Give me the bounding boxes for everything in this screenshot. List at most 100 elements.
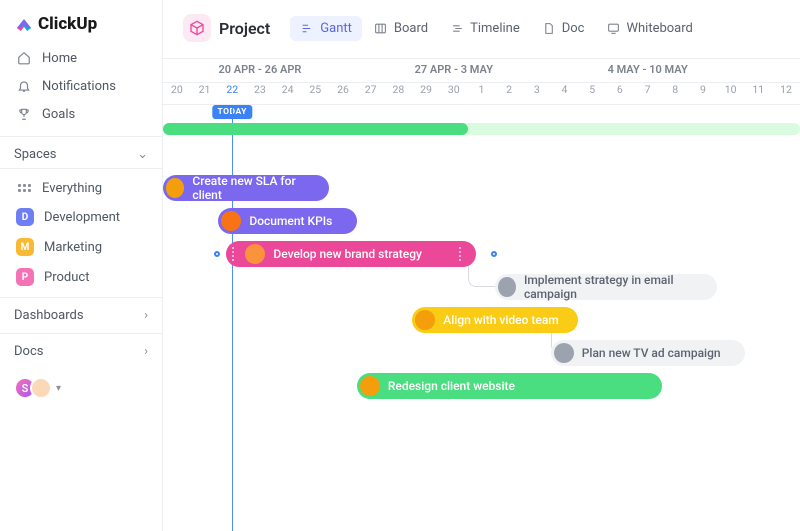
day-header: 29 xyxy=(412,83,440,104)
gantt-icon xyxy=(300,21,314,35)
day-header: 9 xyxy=(689,83,717,104)
caret-down-icon: ▾ xyxy=(56,383,61,394)
task-bar-brand[interactable]: Develop new brand strategy xyxy=(226,241,475,267)
task-bar-tvad[interactable]: Plan new TV ad campaign xyxy=(551,340,745,366)
assignee-avatar xyxy=(498,277,516,297)
space-label: Product xyxy=(44,270,89,285)
workspace-members[interactable]: S ▾ xyxy=(0,369,162,407)
docs-section[interactable]: Docs › xyxy=(0,333,162,369)
nav-goals[interactable]: Goals xyxy=(6,100,156,128)
bell-icon xyxy=(16,78,32,94)
day-header: 4 xyxy=(551,83,579,104)
nav-label: Goals xyxy=(42,107,75,122)
space-label: Marketing xyxy=(44,240,102,255)
task-bar-sla[interactable]: Create new SLA for client xyxy=(163,175,329,201)
brand-name: ClickUp xyxy=(38,14,97,34)
space-label: Everything xyxy=(42,181,102,196)
tab-board[interactable]: Board xyxy=(364,16,438,41)
assignee-avatar xyxy=(415,310,435,330)
nav-notifications[interactable]: Notifications xyxy=(6,72,156,100)
project-title: Project xyxy=(219,19,270,38)
gantt-chart-area[interactable]: Create new SLA for client Document KPIs De… xyxy=(163,105,800,531)
spaces-title: Spaces xyxy=(14,147,57,162)
day-header: 12 xyxy=(772,83,800,104)
task-label: Create new SLA for client xyxy=(192,174,317,202)
spaces-header[interactable]: Spaces ⌄ xyxy=(0,136,162,169)
chevron-down-icon: ⌄ xyxy=(137,147,148,162)
tab-label: Doc xyxy=(562,21,585,36)
assignee-avatar xyxy=(554,343,574,363)
task-label: Document KPIs xyxy=(249,214,332,228)
space-product[interactable]: P Product xyxy=(6,263,156,291)
day-header: 30 xyxy=(440,83,468,104)
day-header: 28 xyxy=(385,83,413,104)
trophy-icon xyxy=(16,106,32,122)
task-bar-email[interactable]: Implement strategy in email campaign xyxy=(495,274,717,300)
home-icon xyxy=(16,50,32,66)
dashboards-section[interactable]: Dashboards › xyxy=(0,297,162,333)
task-bar-video[interactable]: Align with video team xyxy=(412,307,578,333)
task-bar-kpis[interactable]: Document KPIs xyxy=(218,208,356,234)
day-header: 22TODAY xyxy=(218,83,246,104)
space-badge: P xyxy=(16,268,34,286)
tab-label: Timeline xyxy=(470,21,520,36)
task-label: Implement strategy in email campaign xyxy=(524,273,705,301)
assignee-avatar xyxy=(360,376,380,396)
topbar: Project Gantt Board Timeline Doc xyxy=(163,0,800,59)
task-label: Align with video team xyxy=(443,313,559,327)
day-header: 27 xyxy=(357,83,385,104)
milestone-dot[interactable] xyxy=(214,251,220,257)
drag-handle-icon[interactable] xyxy=(229,247,237,261)
day-header: 23 xyxy=(246,83,274,104)
tab-doc[interactable]: Doc xyxy=(532,16,595,41)
week-header-row: 20 APR - 26 APR27 APR - 3 MAY4 MAY - 10 … xyxy=(163,59,800,83)
space-development[interactable]: D Development xyxy=(6,203,156,231)
gantt-chart: 20 APR - 26 APR27 APR - 3 MAY4 MAY - 10 … xyxy=(163,59,800,531)
space-label: Development xyxy=(44,210,120,225)
day-header: 3 xyxy=(523,83,551,104)
cube-icon xyxy=(183,14,211,42)
space-everything[interactable]: Everything xyxy=(6,175,156,201)
view-tabs: Gantt Board Timeline Doc Whiteboard xyxy=(290,16,703,41)
tab-timeline[interactable]: Timeline xyxy=(440,16,530,41)
grid-icon xyxy=(16,180,32,196)
brand-logo[interactable]: ClickUp xyxy=(0,0,162,44)
day-header: 20 xyxy=(163,83,191,104)
assignee-avatar xyxy=(245,244,265,264)
week-header: 27 APR - 3 MAY xyxy=(357,59,551,82)
day-header: 1 xyxy=(468,83,496,104)
day-header-row: 202122TODAY23242526272829301234567891011… xyxy=(163,83,800,105)
nav-label: Notifications xyxy=(42,79,116,94)
day-header: 7 xyxy=(634,83,662,104)
space-badge: M xyxy=(16,238,34,256)
day-header: 8 xyxy=(661,83,689,104)
day-header: 21 xyxy=(191,83,219,104)
week-header: 20 APR - 26 APR xyxy=(163,59,357,82)
space-marketing[interactable]: M Marketing xyxy=(6,233,156,261)
summary-progress-fill xyxy=(163,123,468,135)
task-bar-redesign[interactable]: Redesign client website xyxy=(357,373,662,399)
task-label: Plan new TV ad campaign xyxy=(582,346,721,360)
doc-icon xyxy=(542,21,556,35)
space-badge: D xyxy=(16,208,34,226)
day-header: 6 xyxy=(606,83,634,104)
day-header: 26 xyxy=(329,83,357,104)
day-header: 10 xyxy=(717,83,745,104)
week-header: 4 MAY - 10 MAY xyxy=(551,59,745,82)
timeline-icon xyxy=(450,21,464,35)
day-header: 25 xyxy=(301,83,329,104)
day-header: 5 xyxy=(578,83,606,104)
tab-label: Whiteboard xyxy=(626,21,692,36)
nav-home[interactable]: Home xyxy=(6,44,156,72)
drag-handle-icon[interactable] xyxy=(456,247,464,261)
chevron-right-icon: › xyxy=(144,344,148,359)
chevron-right-icon: › xyxy=(144,308,148,323)
nav-label: Home xyxy=(42,51,77,66)
tab-whiteboard[interactable]: Whiteboard xyxy=(596,16,702,41)
project-chip[interactable]: Project xyxy=(177,10,276,46)
avatar xyxy=(30,377,52,399)
tab-gantt[interactable]: Gantt xyxy=(290,16,362,41)
whiteboard-icon xyxy=(606,21,620,35)
section-label: Docs xyxy=(14,344,43,359)
today-line xyxy=(232,105,233,531)
